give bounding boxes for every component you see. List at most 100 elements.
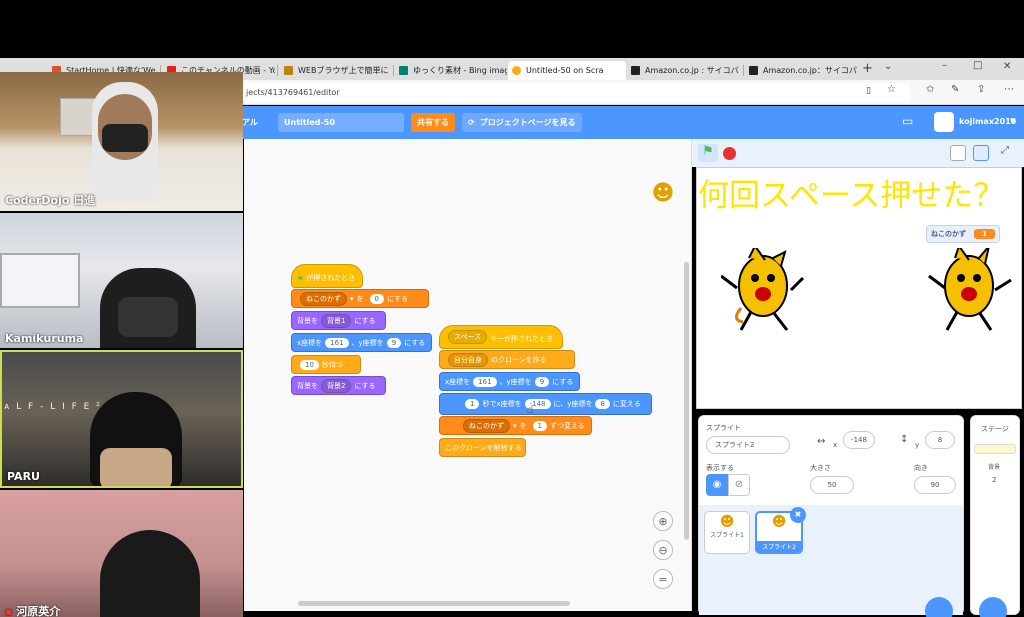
- stage-thumbnail[interactable]: [974, 444, 1016, 454]
- stage[interactable]: 何回スペース押せた？ ねこのかず 1: [696, 167, 1022, 409]
- delete-sprite-trash-icon[interactable]: ✖: [790, 507, 806, 523]
- avatar[interactable]: [934, 112, 954, 132]
- horizontal-scrollbar[interactable]: [298, 601, 570, 606]
- pen-icon[interactable]: ✎: [951, 84, 959, 95]
- tab-label: Untitled-50 on Scra: [526, 66, 604, 75]
- share-icon[interactable]: ⇪: [977, 84, 985, 95]
- block-text: にする: [404, 338, 426, 347]
- project-page-icon: ⟳: [468, 118, 475, 127]
- hide-sprite-eye-icon[interactable]: ⊘: [728, 474, 750, 496]
- when-flag-clicked-block[interactable]: ⚑ が押されたとき: [291, 264, 363, 288]
- tab-web-browser[interactable]: WEBブラウザ上で簡単に: [280, 61, 392, 80]
- value-input[interactable]: 0: [369, 293, 384, 304]
- goto-xy-block[interactable]: x座標を 161 、y座標を 9 にする: [291, 333, 432, 352]
- show-sprite-eye-icon[interactable]: ◉: [706, 474, 728, 496]
- add-backdrop-button[interactable]: [979, 597, 1007, 617]
- green-flag-button[interactable]: ⚑: [698, 144, 718, 162]
- share-button[interactable]: 共有する: [411, 113, 455, 132]
- tab-favicon: [284, 66, 293, 75]
- value-input[interactable]: 1: [532, 420, 547, 431]
- participant-name: CoderDojo 日進: [5, 194, 96, 207]
- normal-stage-button[interactable]: [973, 145, 989, 161]
- seconds-input[interactable]: 1: [465, 399, 480, 409]
- small-stage-button[interactable]: [950, 145, 966, 161]
- project-title-input[interactable]: Untitled-50: [278, 113, 404, 132]
- more-icon[interactable]: ⋯: [1004, 84, 1014, 95]
- participant-name-text: 河原英介: [16, 605, 61, 617]
- see-project-page-button[interactable]: ⟳ プロジェクトページを見る: [462, 113, 582, 132]
- glide-to-xy-block[interactable]: 1 秒でx座標を -148 に、y座標を 8 に変える: [439, 393, 652, 415]
- direction-label: 向き: [914, 464, 928, 472]
- y-input[interactable]: 9: [386, 337, 402, 348]
- sprite-x-input[interactable]: -148: [843, 431, 875, 449]
- new-tab-button[interactable]: +: [862, 61, 873, 76]
- vertical-scrollbar[interactable]: [684, 262, 689, 540]
- url-field[interactable]: jects/413769461/editor: [240, 83, 910, 102]
- zoom-reset-button[interactable]: =: [653, 569, 673, 589]
- add-sprite-button[interactable]: [925, 597, 953, 617]
- amazon-icon: [749, 66, 758, 75]
- clone-target-dropdown[interactable]: 自分自身: [448, 352, 488, 367]
- fullscreen-icon[interactable]: ⤢: [1001, 145, 1009, 156]
- face-mask: [118, 297, 178, 337]
- x-input[interactable]: 161: [473, 376, 497, 387]
- mouse-pointer-icon: ☝: [527, 403, 534, 416]
- tab-bing[interactable]: ゆっくり素材 - Bing imag: [395, 61, 507, 80]
- maximize-button[interactable]: □: [973, 60, 982, 71]
- backdrop-dropdown[interactable]: 背景1: [321, 313, 352, 328]
- sprite-y-input[interactable]: 8: [925, 431, 955, 449]
- block-text: キーが押されたとき: [490, 335, 554, 343]
- delete-clone-block[interactable]: このクローンを削除する: [439, 438, 526, 457]
- tab-label: ゆっくり素材 - Bing imag: [413, 66, 507, 75]
- minimize-button[interactable]: –: [942, 60, 947, 71]
- block-text: にする: [354, 381, 376, 390]
- menu-tutorial-partial[interactable]: アル: [242, 117, 258, 128]
- sprite-tile-label: スプライト2: [757, 541, 801, 552]
- favorite-star-icon[interactable]: ☆: [887, 84, 896, 95]
- seconds-input[interactable]: 10: [300, 359, 319, 370]
- switch-backdrop-block[interactable]: 背景を 背景2 にする: [291, 376, 386, 395]
- my-stuff-folder-icon[interactable]: ▭: [902, 114, 913, 128]
- username[interactable]: kojimax2010: [959, 117, 1016, 126]
- block-text: のクローンを作る: [491, 355, 547, 364]
- variable-dropdown[interactable]: ねこのかず: [463, 418, 510, 433]
- y-input[interactable]: 8: [595, 399, 610, 409]
- bing-icon: [399, 66, 408, 75]
- video-tile-kawahara: ▪ 河原英介: [0, 490, 243, 617]
- x-input[interactable]: 161: [325, 337, 349, 348]
- block-text: 秒待つ: [321, 360, 343, 369]
- wait-block[interactable]: 10 秒待つ: [291, 355, 361, 374]
- reading-view-icon[interactable]: ▯: [866, 86, 871, 96]
- scratch-icon: [512, 66, 521, 75]
- zoom-out-button[interactable]: ⊖: [653, 540, 673, 560]
- tab-amazon-2[interactable]: Amazon.co.jp：サイコパ: [745, 61, 857, 80]
- backdrop-dropdown[interactable]: 背景2: [321, 378, 352, 393]
- backdrops-count: 2: [992, 476, 997, 484]
- close-window-button[interactable]: ✕: [1003, 61, 1011, 72]
- tab-menu-button[interactable]: ⌄: [884, 61, 892, 72]
- switch-backdrop-block[interactable]: 背景を 背景1 にする: [291, 311, 386, 330]
- key-dropdown[interactable]: スペース: [448, 330, 488, 344]
- variable-dropdown[interactable]: ねこのかず: [300, 291, 347, 306]
- scratch-menu-bar: アル Untitled-50 共有する ⟳ プロジェクトページを見る ▭ koji…: [240, 106, 1024, 139]
- favorites-list-icon[interactable]: ✩: [926, 84, 934, 95]
- zoom-in-button[interactable]: ⊕: [653, 511, 673, 531]
- y-input[interactable]: 9: [534, 376, 550, 387]
- variable-monitor-label: ねこのかず: [931, 230, 966, 238]
- create-clone-block[interactable]: 自分自身 のクローンを作る: [439, 350, 575, 369]
- block-text: にする: [354, 316, 376, 325]
- sprite-direction-input[interactable]: 90: [914, 476, 956, 494]
- sprite-thumbnail-icon: ☻: [651, 181, 675, 206]
- set-variable-block[interactable]: ねこのかず ▾ を 0 にする: [291, 289, 429, 308]
- tab-scratch[interactable]: Untitled-50 on Scra: [508, 61, 626, 80]
- sprite-size-input[interactable]: 50: [810, 476, 854, 494]
- stop-button[interactable]: [723, 147, 736, 160]
- sprite-name-input[interactable]: スプライト2: [706, 436, 790, 454]
- account-dropdown-icon[interactable]: ▼: [1010, 117, 1015, 125]
- change-variable-block[interactable]: ねこのかず ▾ を 1 ずつ変える: [439, 416, 592, 435]
- sprite-tile-1[interactable]: ☻ スプライト1: [704, 511, 750, 554]
- tab-amazon-1[interactable]: Amazon.co.jp : サイコパ: [627, 61, 742, 80]
- when-key-pressed-block[interactable]: スペース キーが押されたとき: [439, 325, 563, 349]
- face-mask: [102, 124, 148, 152]
- goto-xy-block[interactable]: x座標を 161 、y座標を 9 にする: [439, 372, 580, 391]
